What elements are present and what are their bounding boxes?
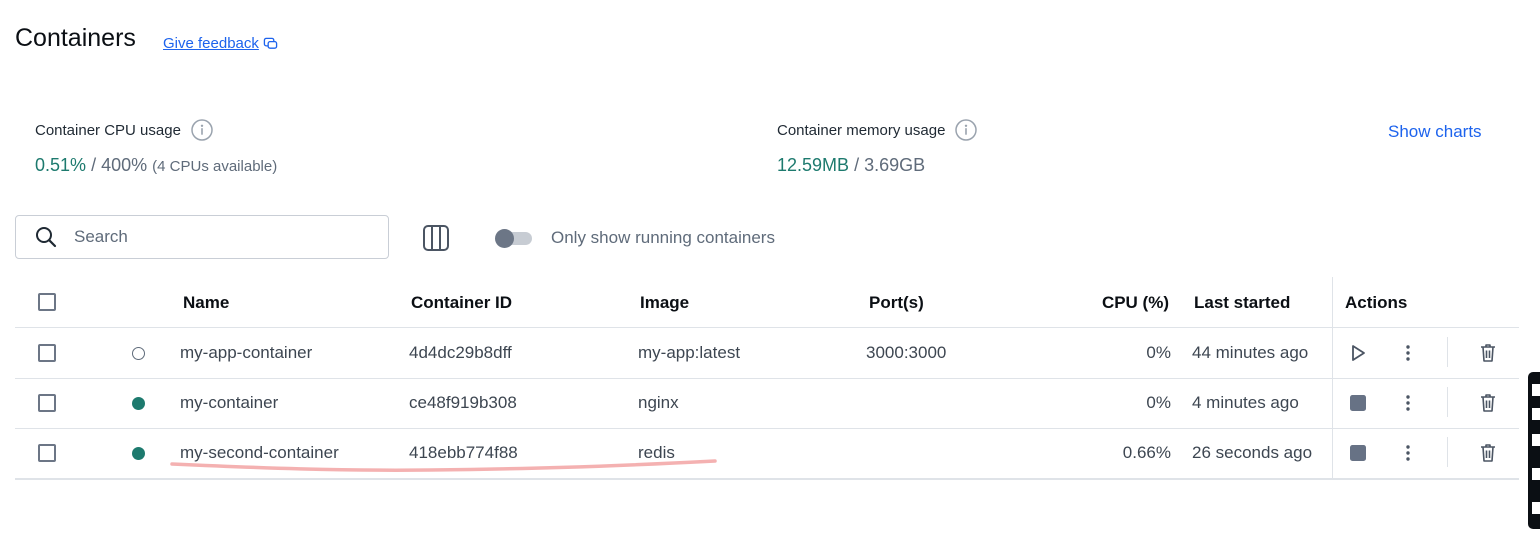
row-checkbox[interactable] [38,394,56,412]
action-divider [1447,337,1448,367]
container-cpu: 0% [1146,343,1171,362]
trash-icon[interactable] [1478,392,1498,414]
search-icon [36,227,57,248]
container-cpu: 0.66% [1122,443,1171,462]
row-checkbox[interactable] [38,444,56,462]
start-icon[interactable] [1348,343,1368,363]
toggle-knob [495,229,514,248]
search-field[interactable] [15,215,389,259]
container-name[interactable]: my-container [180,393,278,413]
memory-usage-label-row: Container memory usage [777,119,978,141]
container-name[interactable]: my-app-container [180,343,312,363]
cpu-total: 400% [101,155,148,175]
cpu-note: (4 CPUs available) [152,158,278,175]
cpu-usage-value: 0.51% / 400% (4 CPUs available) [35,155,277,176]
container-last-started: 4 minutes ago [1192,393,1299,412]
dock-item[interactable] [1532,468,1540,480]
memory-separator: / [854,155,860,175]
cpu-usage-label: Container CPU usage [35,121,181,139]
running-only-label: Only show running containers [551,228,775,247]
column-name[interactable]: Name [183,293,229,313]
containers-table: Name Container ID Image Port(s) CPU (%) … [15,277,1519,480]
container-last-started: 44 minutes ago [1192,343,1309,362]
container-cpu: 0% [1146,393,1171,412]
container-image[interactable]: my-app:latest [638,343,740,363]
cpu-separator: / [91,155,97,175]
dock-item[interactable] [1532,434,1540,446]
more-options-icon[interactable] [1398,343,1418,363]
column-last-started[interactable]: Last started [1194,293,1290,313]
feedback-icon [263,37,278,49]
column-container-id[interactable]: Container ID [411,293,512,313]
give-feedback-link[interactable]: Give feedback [163,35,278,52]
row-checkbox[interactable] [38,344,56,362]
running-only-toggle[interactable] [495,229,533,248]
cpu-used: 0.51% [35,155,87,175]
table-header: Name Container ID Image Port(s) CPU (%) … [15,277,1519,328]
column-cpu[interactable]: CPU (%) [1055,293,1169,313]
annotation-underline [170,459,717,472]
dock-item[interactable] [1532,502,1540,514]
search-input[interactable] [72,226,356,248]
memory-used: 12.59MB [777,155,850,175]
select-all-checkbox[interactable] [38,293,56,311]
column-image[interactable]: Image [640,293,689,313]
more-options-icon[interactable] [1398,393,1418,413]
cpu-usage-label-row: Container CPU usage [35,119,213,141]
container-id: ce48f919b308 [409,393,517,412]
status-running-icon [132,397,145,410]
page-title: Containers [15,24,136,52]
info-icon[interactable] [955,119,978,141]
table-row[interactable]: my-container ce48f919b308 nginx 0% 4 min… [15,378,1519,429]
trash-icon[interactable] [1478,442,1498,464]
dock-item[interactable] [1532,384,1540,396]
table-row[interactable]: my-app-container 4d4dc29b8dff my-app:lat… [15,328,1519,379]
show-charts-button[interactable]: Show charts [1388,122,1482,142]
stop-icon[interactable] [1349,394,1367,412]
more-options-icon[interactable] [1398,443,1418,463]
container-last-started: 26 seconds ago [1192,443,1313,462]
container-ports[interactable]: 3000:3000 [866,343,946,363]
stop-icon[interactable] [1349,444,1367,462]
actions-column-divider [1332,277,1333,478]
trash-icon[interactable] [1478,342,1498,364]
column-ports[interactable]: Port(s) [869,293,924,313]
container-id: 4d4dc29b8dff [409,343,512,362]
container-image[interactable]: nginx [638,393,679,413]
give-feedback-label: Give feedback [163,35,259,52]
memory-total: 3.69GB [864,155,926,175]
column-actions: Actions [1345,293,1408,312]
status-stopped-icon [132,347,145,360]
memory-usage-value: 12.59MB / 3.69GB [777,155,925,176]
info-icon[interactable] [191,119,213,141]
columns-icon[interactable] [420,222,452,254]
side-dock[interactable] [1528,372,1540,529]
status-running-icon [132,447,145,460]
memory-usage-label: Container memory usage [777,121,946,139]
action-divider [1447,437,1448,467]
action-divider [1447,387,1448,417]
dock-item[interactable] [1532,408,1540,420]
